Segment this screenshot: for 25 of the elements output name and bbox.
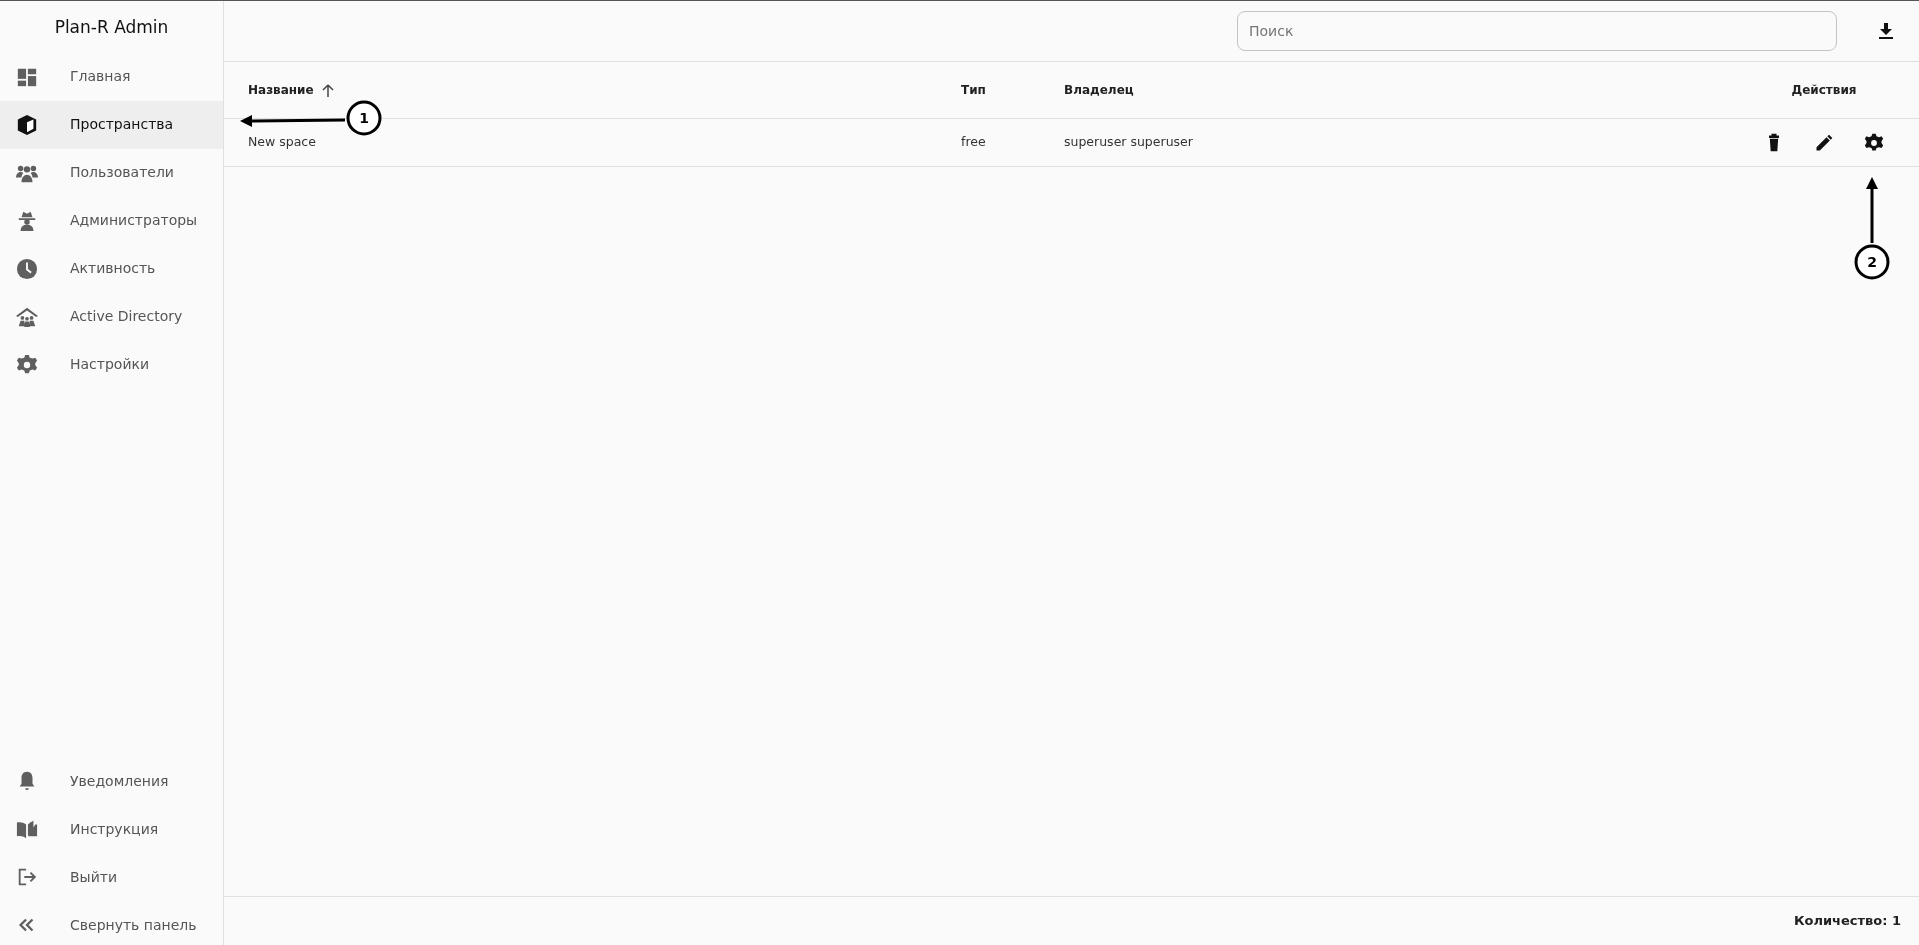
sidebar-item[interactable]: Пользователи: [0, 148, 223, 197]
sidebar-item[interactable]: Уведомления: [0, 757, 223, 805]
callout-marker: 2: [1854, 244, 1890, 280]
column-header[interactable]: Тип: [961, 81, 986, 99]
sidebar-item[interactable]: Главная: [0, 52, 223, 101]
table-cell: superuser superuser: [1064, 134, 1193, 150]
callout-arrow: [1866, 177, 1878, 243]
table-cell: free: [961, 134, 986, 150]
table-cell: New space: [248, 134, 316, 150]
sidebar-item[interactable]: Инструкция: [0, 805, 223, 853]
column-header[interactable]: Действия: [1791, 81, 1857, 99]
search-field[interactable]: Поиск: [1237, 11, 1837, 51]
sidebar-item[interactable]: Настройки: [0, 340, 223, 389]
column-header[interactable]: Название: [248, 81, 314, 99]
sidebar-item[interactable]: Active Directory: [0, 292, 223, 341]
sort-arrow-icon[interactable]: [321, 83, 334, 97]
callout-marker: 1: [346, 100, 382, 136]
sidebar-item[interactable]: Пространства: [0, 100, 223, 149]
sidebar-item[interactable]: Свернуть панель: [0, 901, 223, 945]
sidebar-item[interactable]: Администраторы: [0, 196, 223, 245]
app-title: Plan-R Admin: [53, 16, 170, 39]
sidebar-item[interactable]: Выйти: [0, 853, 223, 901]
column-header[interactable]: Владелец: [1064, 81, 1134, 99]
item-count: Количество: 1: [1793, 912, 1901, 931]
sidebar-item[interactable]: Активность: [0, 244, 223, 293]
